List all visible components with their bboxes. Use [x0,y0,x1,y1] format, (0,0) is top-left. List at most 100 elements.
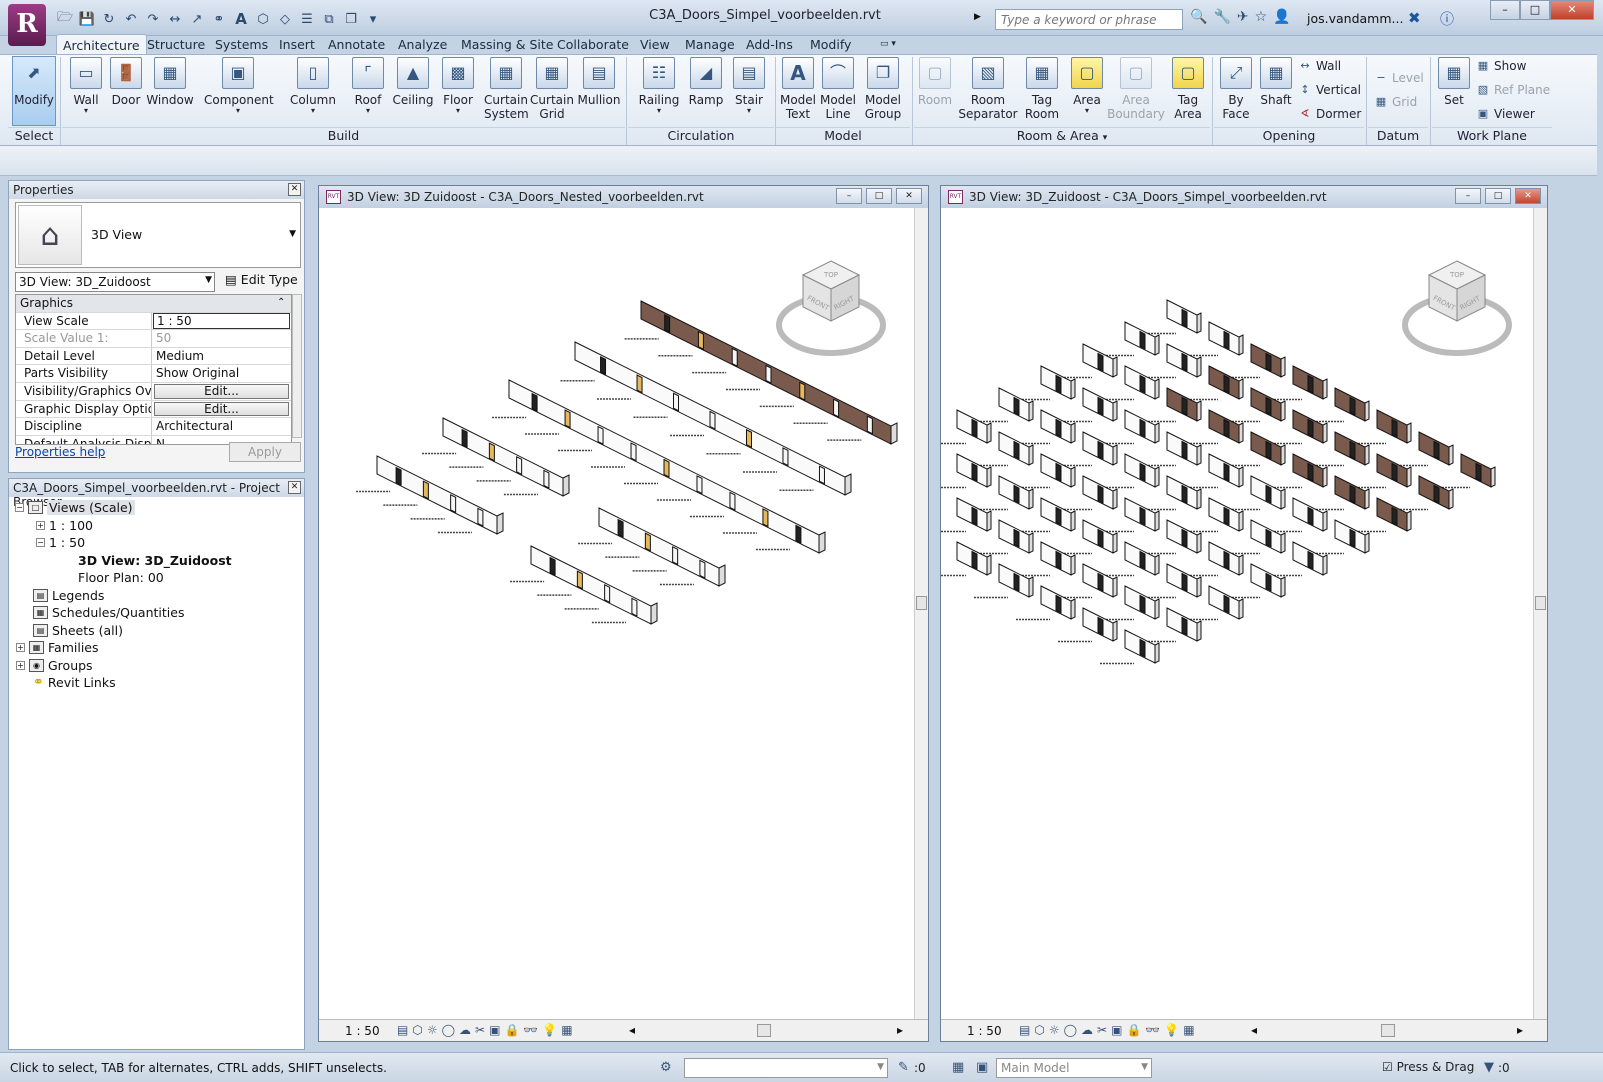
wall-segment[interactable] [510,545,658,625]
wall-segment[interactable] [974,387,1034,423]
door-element[interactable] [833,398,840,418]
tree-item-groups[interactable]: + ◉ Groups [16,658,93,673]
viewer-button[interactable]: ▣ Viewer [1476,107,1535,121]
door-element[interactable] [971,418,978,438]
door-element[interactable] [1307,418,1314,438]
vertical-scrollbar[interactable] [1533,208,1547,1019]
lock-view-icon[interactable]: 🔒 [1126,1023,1141,1037]
subscription-icon[interactable]: 🔧 [1213,9,1230,25]
apply-button[interactable]: Apply [229,442,301,462]
minimize-button[interactable]: – [836,188,862,204]
door-element[interactable] [729,491,736,511]
user-icon[interactable]: 👤 [1273,9,1290,25]
press-drag-toggle[interactable]: ☑ Press & Drag [1382,1060,1474,1074]
editable-only-icon[interactable]: ✎ [898,1060,909,1075]
door-element[interactable] [1097,572,1104,592]
door-element[interactable] [1139,330,1146,350]
tab-manage[interactable]: Manage [679,34,741,54]
view-instance-selector[interactable]: 3D View: 3D_Zuidoost ▼ [15,272,215,292]
door-element[interactable] [549,556,556,576]
door-element[interactable] [543,469,550,489]
temporary-hide-icon[interactable]: 👓 [1145,1023,1160,1037]
door-element[interactable] [1097,440,1104,460]
door-element[interactable] [604,584,611,604]
door-element[interactable] [1139,594,1146,614]
door-element[interactable] [1391,418,1398,438]
user-name[interactable]: jos.vandamm... [1307,11,1403,26]
door-element[interactable] [765,364,772,384]
tree-item-floor-plan-00[interactable]: Floor Plan: 00 [78,570,164,585]
door-button[interactable]: 🚪 Door [108,57,144,107]
door-element[interactable] [1349,440,1356,460]
active-option-icon[interactable]: ▣ [976,1060,988,1075]
sync-icon[interactable]: ↻ [99,9,119,29]
properties-scrollbar[interactable] [292,294,302,438]
door-element[interactable] [576,570,583,590]
property-value[interactable]: Architectural [152,418,291,435]
railing-button[interactable]: ☷ Railing ▾ [638,57,680,115]
set-button[interactable]: ▦ Set [1434,57,1474,107]
tab-annotate[interactable]: Annotate [322,34,391,54]
door-element[interactable] [971,506,978,526]
door-element[interactable] [1349,484,1356,504]
door-element[interactable] [1181,572,1188,592]
tree-item-legends[interactable]: ▤ Legends [33,588,104,603]
door-element[interactable] [971,462,978,482]
door-element[interactable] [1181,616,1188,636]
column-button[interactable]: ▯ Column ▾ [290,57,336,115]
tree-item-families[interactable]: + ▦ Families [16,640,99,655]
door-element[interactable] [395,466,402,486]
properties-help-link[interactable]: Properties help [15,445,105,459]
door-element[interactable] [516,456,523,476]
door-element[interactable] [531,392,538,412]
close-button[interactable]: ✕ [1515,188,1541,204]
property-value[interactable]: Medium [152,348,291,365]
search-input[interactable]: Type a keyword or phrase [995,9,1183,30]
property-row[interactable]: Detail Level Medium [16,347,291,366]
door-element[interactable] [1139,506,1146,526]
door-element[interactable] [673,392,680,412]
curtain-grid-button[interactable]: ▦ Curtain Grid [530,57,574,121]
thin-lines-icon[interactable]: ☰ [297,9,317,29]
scroll-left-icon[interactable]: ◂ [629,1023,635,1037]
wall-segment[interactable] [624,300,898,445]
exchange-icon[interactable]: ✖ [1408,9,1421,27]
mullion-button[interactable]: ▤ Mullion [576,57,622,107]
door-element[interactable] [1097,352,1104,372]
analysis-icon[interactable]: ▦ [1183,1023,1194,1037]
door-element[interactable] [699,559,706,579]
shadows-icon[interactable]: ◯ [442,1023,455,1037]
level-button[interactable]: − Level [1374,71,1423,85]
door-element[interactable] [1349,528,1356,548]
door-element[interactable] [1265,528,1272,548]
visual-style-icon[interactable]: ⬡ [412,1023,422,1037]
wall-segment[interactable] [560,341,852,496]
wall-segment[interactable] [1142,299,1202,335]
door-element[interactable] [1013,528,1020,548]
tree-item-views[interactable]: − □ Views (Scale) [15,500,135,515]
save-icon[interactable]: 💾 [77,9,97,29]
door-element[interactable] [709,410,716,430]
door-element[interactable] [1139,418,1146,438]
tab-modify[interactable]: Modify [804,34,857,54]
ceiling-button[interactable]: ▲ Ceiling [392,57,434,107]
door-element[interactable] [1475,462,1482,482]
model-line-button[interactable]: ⌒ Model Line [818,57,858,121]
wall-segment[interactable] [941,497,992,533]
door-element[interactable] [1265,352,1272,372]
tab-analyze[interactable]: Analyze [392,34,453,54]
worksharing-icon[interactable]: ⚙ [660,1060,672,1075]
show-rendering-icon[interactable]: ☁ [459,1023,471,1037]
floor-button[interactable]: ▩ Floor ▾ [440,57,476,115]
design-option-field[interactable]: Main Model ▼ [996,1058,1152,1078]
door-element[interactable] [600,355,607,376]
model-text-button[interactable]: A Model Text [778,57,818,121]
crop-view-icon[interactable]: ✂ [475,1023,485,1037]
door-element[interactable] [1139,638,1146,658]
door-element[interactable] [1349,396,1356,416]
ramp-button[interactable]: ◢ Ramp [686,57,726,107]
horizontal-scroll-thumb[interactable] [1381,1024,1395,1037]
sun-path-icon[interactable]: ☼ [1049,1023,1060,1037]
door-element[interactable] [799,381,806,401]
door-element[interactable] [1181,484,1188,504]
